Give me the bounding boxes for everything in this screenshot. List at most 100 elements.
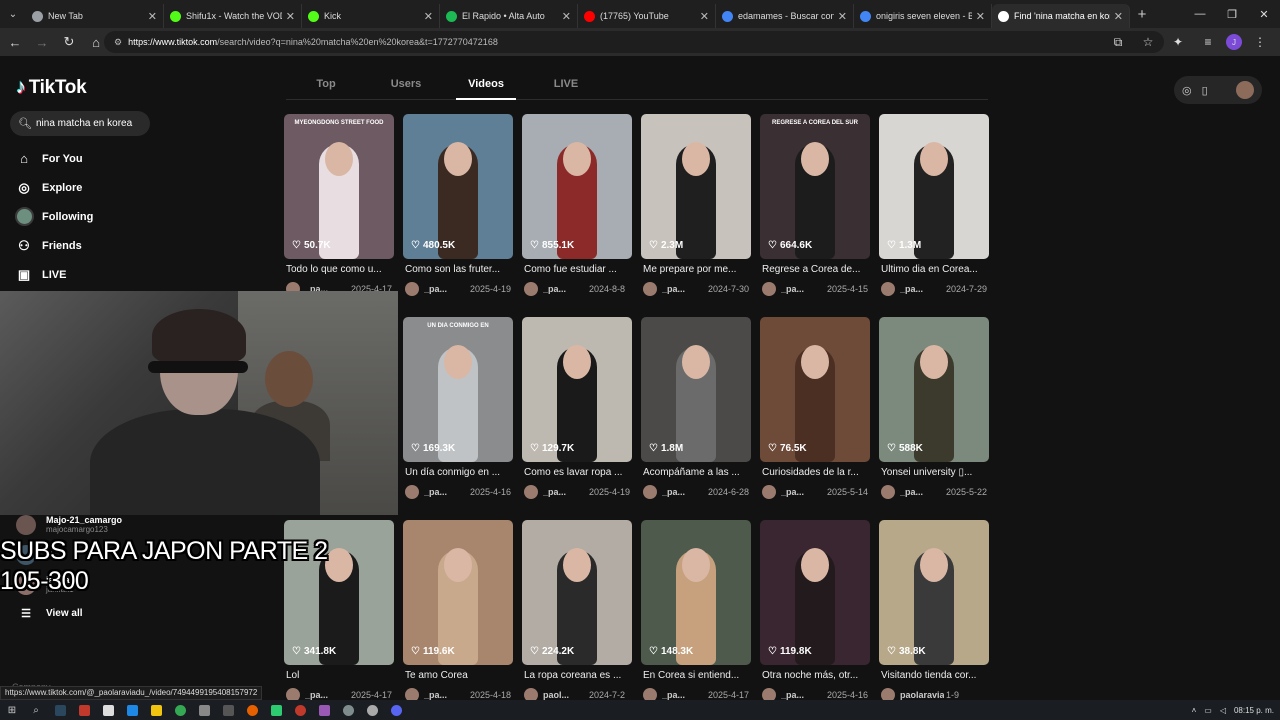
video-author[interactable]: _pa... [662, 284, 706, 294]
browser-tab[interactable]: Shifu1x - Watch the VOD ✕ [164, 4, 302, 28]
app-icon[interactable] [192, 700, 216, 720]
tab-close-icon[interactable]: ✕ [148, 10, 157, 23]
new-tab-button[interactable]: + [1130, 6, 1154, 23]
video-title[interactable]: Visitando tienda cor... [881, 670, 991, 681]
video-author[interactable]: _pa... [305, 690, 349, 700]
video-title[interactable]: Como fue estudiar ... [524, 264, 634, 275]
tab-search-icon[interactable]: ⌄ [0, 0, 26, 28]
back-icon[interactable]: ← [3, 30, 27, 54]
compass-icon[interactable]: ◎ [1182, 84, 1192, 97]
browser-tab[interactable]: Kick ✕ [302, 4, 440, 28]
video-title[interactable]: Otra noche más, otr... [762, 670, 872, 681]
video-thumbnail[interactable]: ♡ 224.2K [522, 520, 632, 665]
chevron-up-icon[interactable]: ˄ [1192, 706, 1197, 715]
video-author[interactable]: _pa... [900, 284, 944, 294]
video-author[interactable]: _pa... [781, 487, 825, 497]
site-info-icon[interactable]: ⚙ [114, 37, 122, 48]
avatar[interactable] [881, 485, 895, 499]
video-thumbnail[interactable]: MYEONGDONG STREET FOOD ♡ 50.7K [284, 114, 394, 259]
tab-close-icon[interactable]: ✕ [976, 10, 985, 23]
tiktok-logo[interactable]: ♪ TikTok [16, 76, 87, 99]
tab-close-icon[interactable]: ✕ [424, 10, 433, 23]
sidebar-item-following[interactable]: Following [14, 202, 214, 231]
tab-close-icon[interactable]: ✕ [700, 10, 709, 23]
video-title[interactable]: Me prepare por me... [643, 264, 753, 275]
video-title[interactable]: Curiosidades de la r... [762, 467, 872, 478]
video-thumbnail[interactable]: ♡ 119.6K [403, 520, 513, 665]
video-thumbnail[interactable]: ♡ 1.8M [641, 317, 751, 462]
app-icon[interactable] [264, 700, 288, 720]
video-author[interactable]: _pa... [662, 690, 706, 700]
avatar[interactable] [762, 485, 776, 499]
video-thumbnail[interactable]: ♡ 76.5K [760, 317, 870, 462]
video-title[interactable]: Regrese a Corea de... [762, 264, 872, 275]
video-thumbnail[interactable]: ♡ 148.3K [641, 520, 751, 665]
app-icon[interactable] [360, 700, 384, 720]
video-title[interactable]: Ultimo dia en Corea... [881, 264, 991, 275]
app-icon[interactable] [72, 700, 96, 720]
folder-icon[interactable] [144, 700, 168, 720]
device-icon[interactable]: ▯ [1202, 84, 1208, 97]
media-controls-icon[interactable]: ≡ [1196, 30, 1220, 54]
video-author[interactable]: _pa... [662, 487, 706, 497]
browser-tab[interactable]: Find 'nina matcha en kor ✕ [992, 4, 1130, 28]
volume-icon[interactable]: ◁ [1220, 706, 1226, 715]
video-author[interactable]: paol... [543, 690, 587, 700]
start-icon[interactable]: ⊞ [0, 700, 24, 720]
browser-tab[interactable]: (17765) YouTube ✕ [578, 4, 716, 28]
avatar[interactable] [524, 282, 538, 296]
browser-tab[interactable]: El Rapido • Alta Auto ✕ [440, 4, 578, 28]
video-thumbnail[interactable]: ♡ 38.8K [879, 520, 989, 665]
video-title[interactable]: La ropa coreana es ... [524, 670, 634, 681]
video-author[interactable]: _pa... [781, 690, 825, 700]
video-thumbnail[interactable]: ♡ 588K [879, 317, 989, 462]
video-thumbnail[interactable]: ♡ 119.8K [760, 520, 870, 665]
video-thumbnail[interactable]: ♡ 480.5K [403, 114, 513, 259]
browser-tab[interactable]: onigiris seven eleven - Bu ✕ [854, 4, 992, 28]
video-author[interactable]: paolaravia... [900, 690, 944, 700]
avatar[interactable] [405, 282, 419, 296]
video-title[interactable]: Todo lo que como u... [286, 264, 396, 275]
address-bar[interactable]: ⚙ https://www.tiktok.com/search/video?q=… [104, 31, 1164, 53]
avatar[interactable] [881, 282, 895, 296]
video-title[interactable]: Como es lavar ropa ... [524, 467, 634, 478]
video-title[interactable]: Te amo Corea [405, 670, 515, 681]
video-author[interactable]: _pa... [424, 690, 468, 700]
chrome-icon[interactable] [168, 700, 192, 720]
tab-live[interactable]: LIVE [526, 70, 606, 99]
video-thumbnail[interactable]: ♡ 129.7K [522, 317, 632, 462]
profile-avatar[interactable]: J [1226, 34, 1242, 50]
firefox-icon[interactable] [240, 700, 264, 720]
video-author[interactable]: _pa... [781, 284, 825, 294]
video-author[interactable]: _pa... [543, 284, 587, 294]
steam-icon[interactable] [48, 700, 72, 720]
app-icon[interactable] [288, 700, 312, 720]
tab-close-icon[interactable]: ✕ [562, 10, 571, 23]
app-icon[interactable] [312, 700, 336, 720]
video-title[interactable]: Lol [286, 670, 396, 681]
video-thumbnail[interactable]: ♡ 1.3M [879, 114, 989, 259]
install-app-icon[interactable]: ⧉ [1106, 30, 1130, 54]
forward-icon[interactable]: → [30, 30, 54, 54]
tab-close-icon[interactable]: ✕ [286, 10, 295, 23]
video-author[interactable]: _pa... [900, 487, 944, 497]
avatar[interactable] [643, 282, 657, 296]
video-title[interactable]: Como son las fruter... [405, 264, 515, 275]
tab-videos[interactable]: Videos [446, 70, 526, 100]
user-avatar[interactable] [1236, 81, 1254, 99]
avatar[interactable] [405, 485, 419, 499]
video-author[interactable]: _pa... [543, 487, 587, 497]
close-window-icon[interactable]: ✕ [1248, 0, 1280, 28]
bookmark-star-icon[interactable]: ☆ [1136, 30, 1160, 54]
tab-close-icon[interactable]: ✕ [838, 10, 847, 23]
video-thumbnail[interactable]: ♡ 2.3M [641, 114, 751, 259]
video-title[interactable]: Acompáñame a las ... [643, 467, 753, 478]
video-title[interactable]: Yonsei university ▯... [881, 467, 991, 478]
video-title[interactable]: Un día conmigo en ... [405, 467, 515, 478]
app-icon[interactable] [216, 700, 240, 720]
browser-tab[interactable]: edamames - Buscar con G ✕ [716, 4, 854, 28]
view-all-button[interactable]: ☰ View all [16, 600, 276, 626]
video-thumbnail[interactable]: ♡ 855.1K [522, 114, 632, 259]
search-input[interactable]: 🔍︎ nina matcha en korea [10, 111, 150, 136]
sidebar-item-explore[interactable]: ◎ Explore [14, 173, 214, 202]
